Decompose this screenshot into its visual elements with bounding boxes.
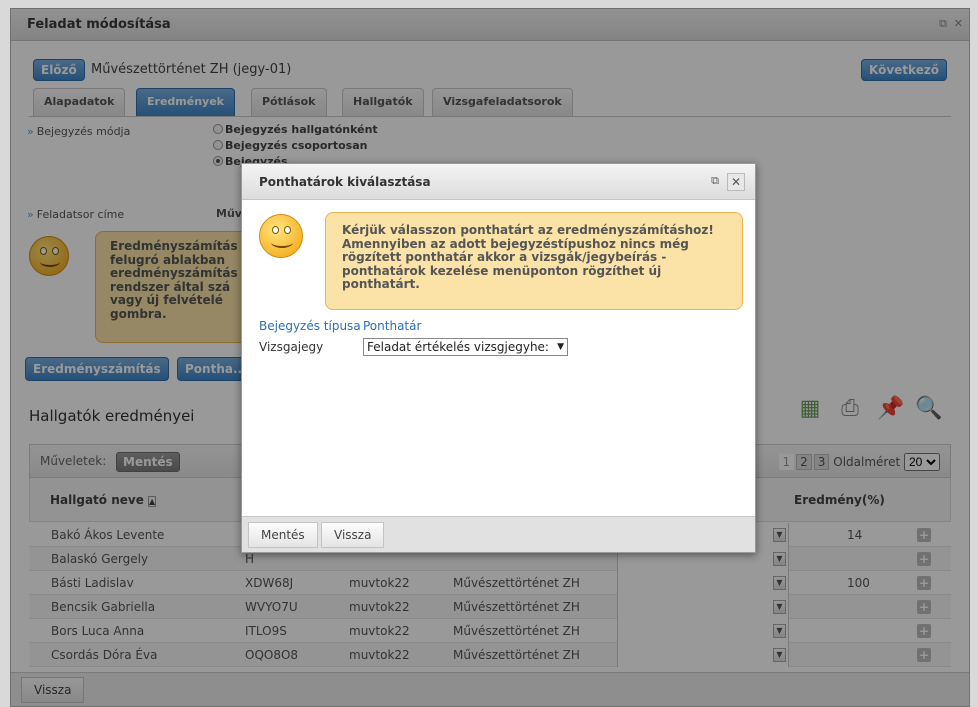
dialog-save-button[interactable]: Mentés xyxy=(248,522,318,548)
popout-icon[interactable]: ⧉ xyxy=(711,174,719,188)
dialog-title: Ponthatárok kiválasztása xyxy=(259,175,431,189)
threshold-dialog: Ponthatárok kiválasztása ⧉ ✕ Kérjük vála… xyxy=(241,163,756,553)
close-icon[interactable]: ✕ xyxy=(727,173,745,191)
smiley-icon xyxy=(259,214,303,258)
exam-grade-label: Vizsgajegy xyxy=(259,340,324,354)
col-entry-type: Bejegyzés típusa xyxy=(259,319,361,333)
col-threshold: Ponthatár xyxy=(363,319,422,333)
dialog-back-button[interactable]: Vissza xyxy=(321,522,385,548)
dialog-footer: Mentés Vissza xyxy=(242,516,755,552)
chevron-down-icon: ▼ xyxy=(557,342,564,352)
dialog-titlebar: Ponthatárok kiválasztása ⧉ ✕ xyxy=(242,164,755,200)
dialog-hint-bubble: Kérjük válasszon ponthatárt az eredménys… xyxy=(325,212,743,310)
threshold-select[interactable]: Feladat értékelés vizsgjegyhe: ▼ xyxy=(363,338,568,356)
